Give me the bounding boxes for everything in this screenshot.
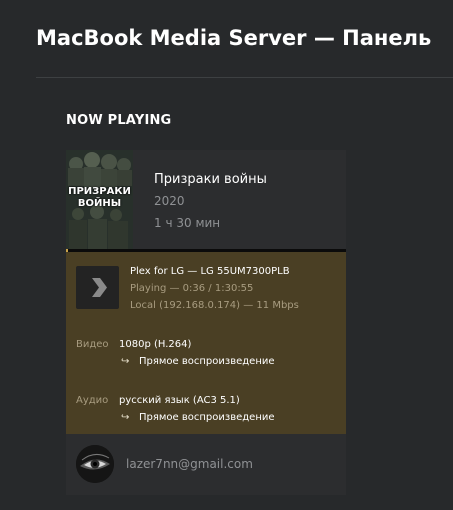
plex-chevron-icon bbox=[76, 266, 119, 309]
now-playing-heading: NOW PLAYING bbox=[66, 113, 172, 128]
player-info-block: Plex for LG — LG 55UM7300PLB Playing — 0… bbox=[66, 252, 346, 434]
player-network: Local (192.168.0.174) — 11 Mbps bbox=[130, 300, 299, 311]
poster-title-line2: ВОЙНЫ bbox=[77, 198, 122, 209]
video-value: 1080p (H.264) bbox=[119, 339, 192, 350]
media-year: 2020 bbox=[154, 194, 185, 208]
audio-decision: ↪ Прямое воспроизведение bbox=[121, 412, 275, 423]
user-avatar[interactable] bbox=[76, 445, 114, 483]
direct-play-arrow-icon: ↪ bbox=[121, 412, 130, 423]
player-status: Playing — 0:36 / 1:30:55 bbox=[130, 283, 254, 294]
video-decision-text: Прямое воспроизведение bbox=[139, 356, 275, 367]
audio-label: Аудио bbox=[76, 395, 109, 406]
media-header[interactable]: ПРИЗРАКИ ВОЙНЫ Призраки войны 2020 1 ч 3… bbox=[66, 150, 346, 250]
media-title[interactable]: Призраки войны bbox=[154, 172, 267, 187]
direct-play-arrow-icon: ↪ bbox=[121, 356, 130, 367]
player-device-name: Plex for LG — LG 55UM7300PLB bbox=[130, 266, 290, 277]
poster-title-text: ПРИЗРАКИ ВОЙНЫ bbox=[66, 186, 133, 210]
media-duration: 1 ч 30 мин bbox=[154, 216, 221, 230]
user-row[interactable]: lazer7nn@gmail.com bbox=[66, 434, 346, 495]
page-title: MacBook Media Server — Панель bbox=[36, 26, 432, 50]
header-divider bbox=[36, 77, 453, 78]
user-email: lazer7nn@gmail.com bbox=[126, 457, 253, 471]
poster-title-line1: ПРИЗРАКИ bbox=[68, 186, 131, 197]
movie-poster[interactable]: ПРИЗРАКИ ВОЙНЫ bbox=[66, 150, 133, 250]
avatar-eye-image bbox=[76, 445, 114, 483]
audio-value: русский язык (AC3 5.1) bbox=[119, 395, 240, 406]
audio-decision-text: Прямое воспроизведение bbox=[139, 412, 275, 423]
video-decision: ↪ Прямое воспроизведение bbox=[121, 356, 275, 367]
now-playing-card[interactable]: ПРИЗРАКИ ВОЙНЫ Призраки войны 2020 1 ч 3… bbox=[66, 150, 346, 495]
video-label: Видео bbox=[76, 339, 109, 350]
